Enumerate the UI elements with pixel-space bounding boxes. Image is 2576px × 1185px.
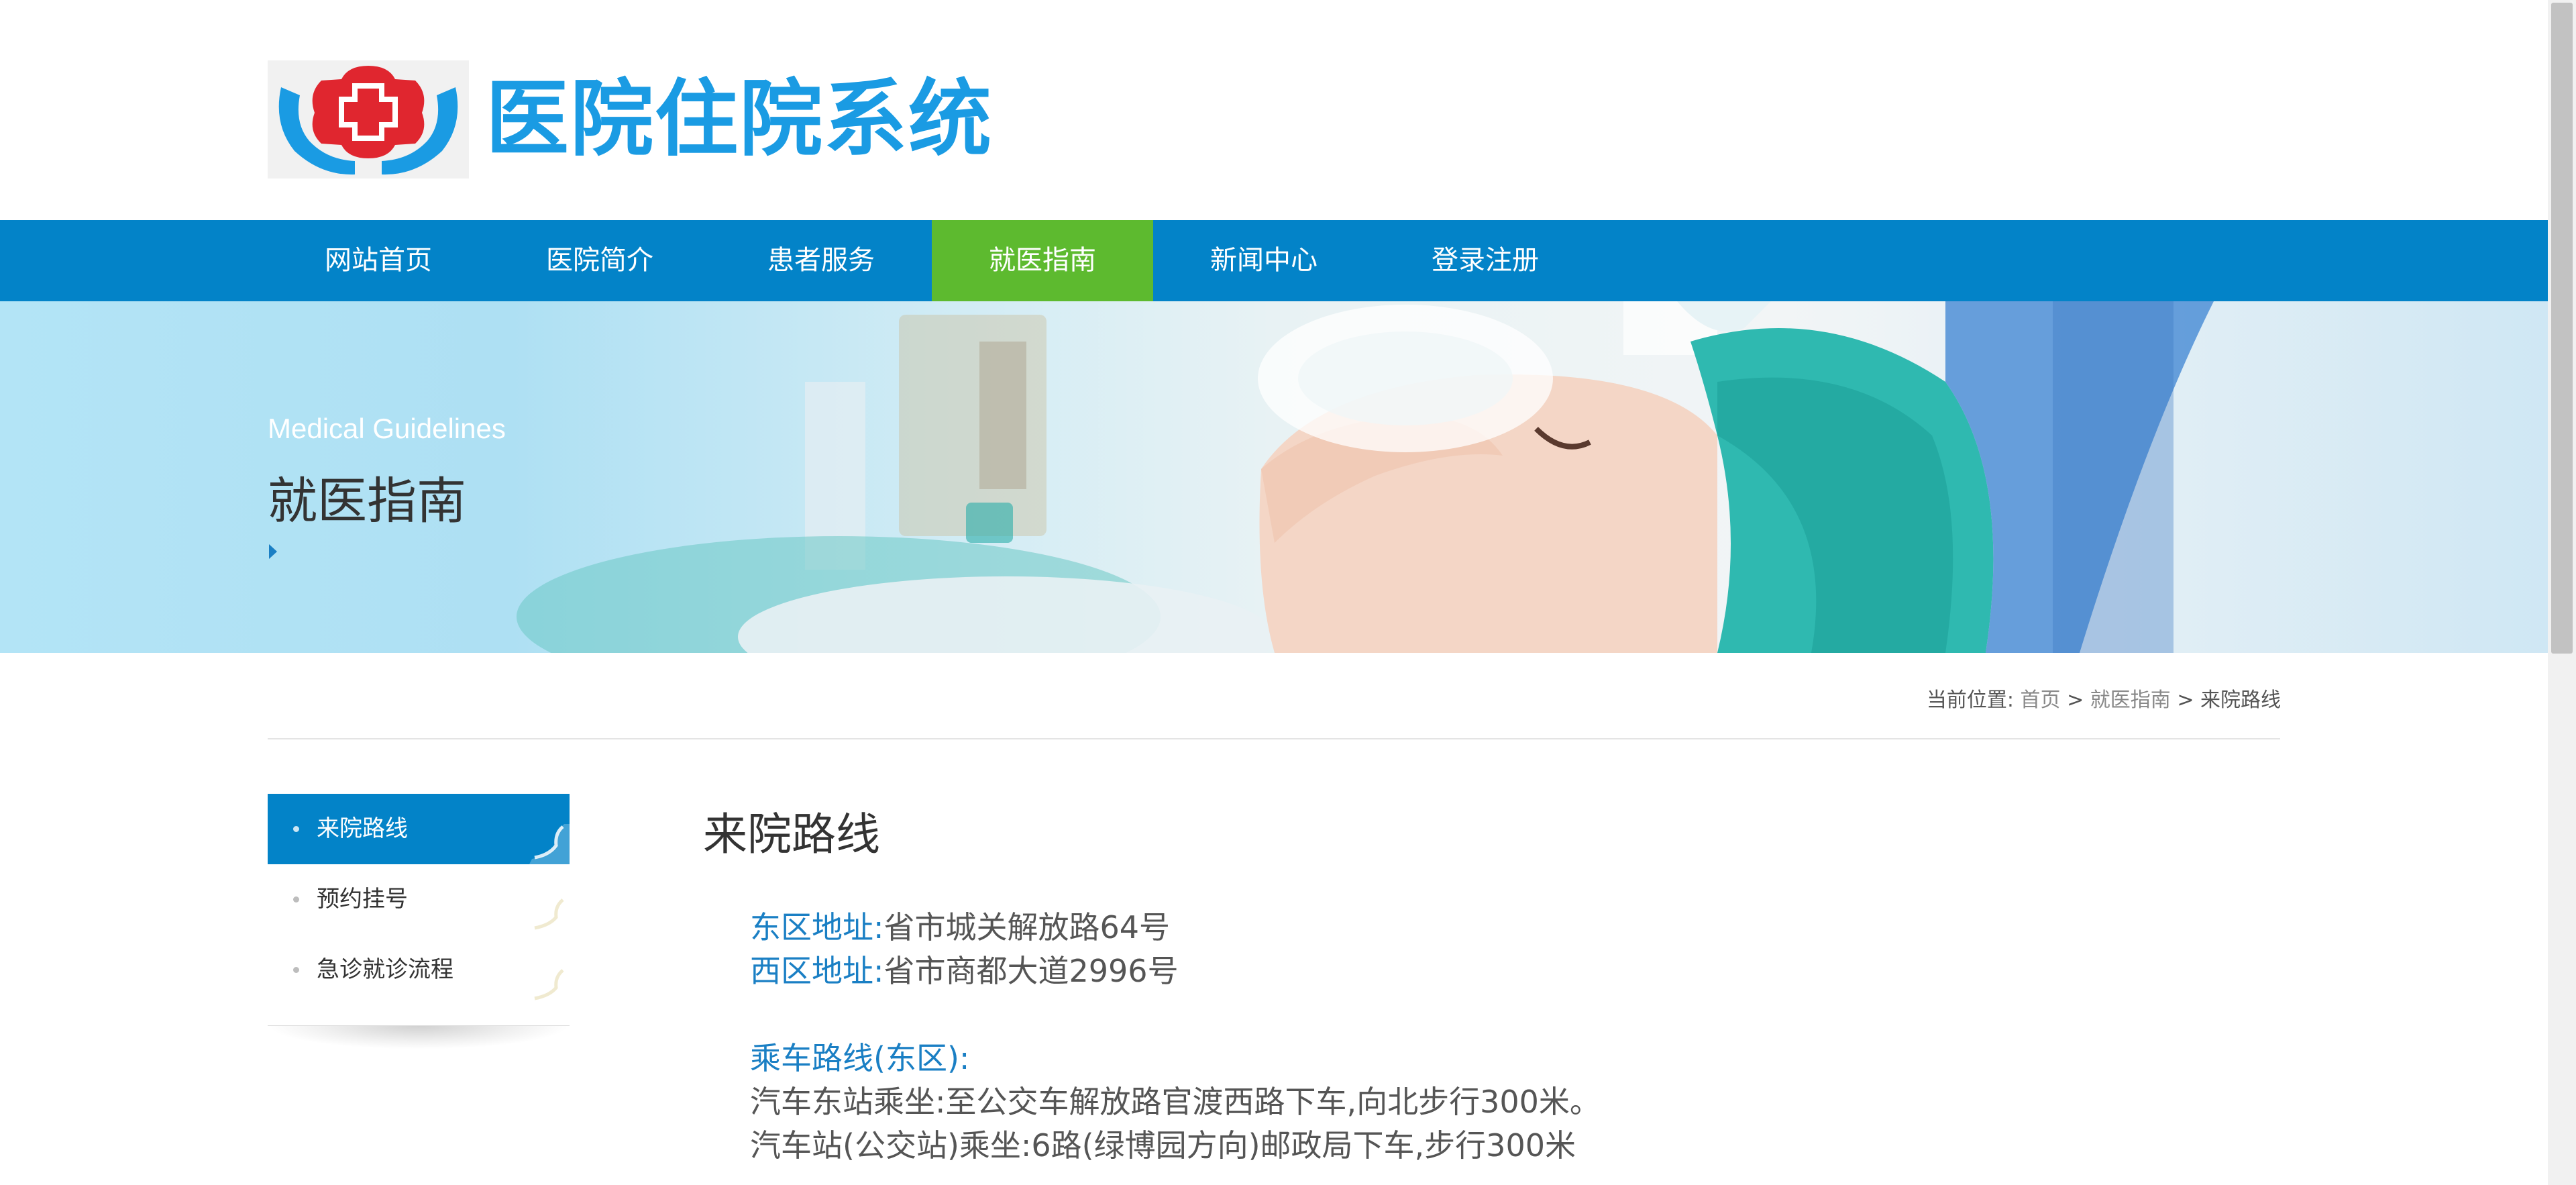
page-scrollbar[interactable] xyxy=(2548,0,2576,1185)
nav-item-news[interactable]: 新闻中心 xyxy=(1153,220,1375,301)
east-address-line: 东区地址:省市城关解放路64号 xyxy=(750,906,2293,949)
nav-item-login-register[interactable]: 登录注册 xyxy=(1375,220,1596,301)
banner-arrow-icon xyxy=(269,544,277,559)
west-address-value: 省市商都大道2996号 xyxy=(883,953,1179,989)
stethoscope-icon xyxy=(534,969,564,1000)
breadcrumb-prefix: 当前位置: xyxy=(1926,688,2014,712)
content-body: 东区地址:省市城关解放路64号 西区地址:省市商都大道2996号 乘车路线(东区… xyxy=(750,906,2293,1168)
site-header: 医院住院系统 xyxy=(0,0,2548,220)
breadcrumb-home-link[interactable]: 首页 xyxy=(2021,688,2061,712)
west-address-line: 西区地址:省市商都大道2996号 xyxy=(750,949,2293,993)
east-address-value: 省市城关解放路64号 xyxy=(883,909,1171,945)
breadcrumb-separator: > xyxy=(2067,688,2084,712)
nav-item-medical-guide[interactable]: 就医指南 xyxy=(932,220,1153,301)
page-banner: Medical Guidelines 就医指南 xyxy=(0,301,2548,653)
section-divider xyxy=(268,738,2280,739)
sidebar-shadow xyxy=(268,1025,570,1049)
banner-title: 就医指南 xyxy=(268,472,466,530)
content-title: 来院路线 xyxy=(703,809,880,860)
sidebar-item-label: 来院路线 xyxy=(317,815,408,842)
route-line: 汽车东站乘坐:至公交车解放路官渡西路下车,向北步行300米。 xyxy=(750,1084,1601,1120)
bullet-icon xyxy=(293,896,299,903)
bullet-icon xyxy=(293,826,299,832)
sidebar-item-label: 预约挂号 xyxy=(317,886,408,913)
bullet-icon xyxy=(293,967,299,973)
sidebar-item-label: 急诊就诊流程 xyxy=(317,956,453,983)
stethoscope-icon xyxy=(529,824,570,864)
route-heading: 乘车路线(东区): xyxy=(750,1040,970,1076)
banner-subtitle: Medical Guidelines xyxy=(268,413,506,444)
breadcrumb-section-link[interactable]: 就医指南 xyxy=(2090,688,2171,712)
sidebar-item-directions[interactable]: 来院路线 xyxy=(268,794,570,864)
site-title[interactable]: 医院住院系统 xyxy=(486,69,993,170)
west-address-label: 西区地址: xyxy=(750,953,884,989)
scrollbar-thumb[interactable] xyxy=(2551,3,2573,654)
sidebar-item-appointment[interactable]: 预约挂号 xyxy=(268,864,570,935)
nav-item-patient-services[interactable]: 患者服务 xyxy=(710,220,932,301)
route-line: 汽车站(公交站)乘坐:6路(绿博园方向)邮政局下车,步行300米 xyxy=(750,1127,1576,1164)
nav-item-about[interactable]: 医院简介 xyxy=(489,220,710,301)
breadcrumb: 当前位置: 首页 > 就医指南 > 来院路线 xyxy=(1927,683,2281,713)
nav-item-home[interactable]: 网站首页 xyxy=(268,220,489,301)
sidebar-item-emergency-process[interactable]: 急诊就诊流程 xyxy=(268,935,570,1005)
main-nav: 网站首页 医院简介 患者服务 就医指南 新闻中心 登录注册 xyxy=(0,220,2548,301)
breadcrumb-current: 来院路线 xyxy=(2200,688,2281,712)
hospital-logo-icon[interactable] xyxy=(268,60,469,178)
sidebar-menu: 来院路线 预约挂号 急诊就诊流程 xyxy=(268,794,570,1005)
stethoscope-icon xyxy=(534,898,564,930)
east-address-label: 东区地址: xyxy=(750,909,884,945)
breadcrumb-separator: > xyxy=(2177,688,2194,712)
